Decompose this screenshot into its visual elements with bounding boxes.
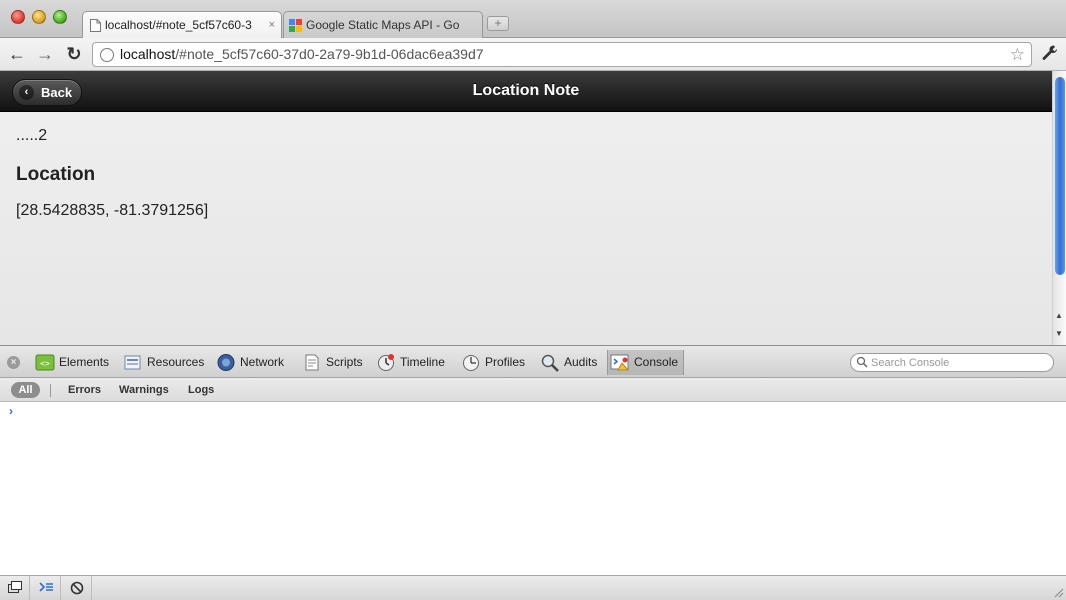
filter-errors[interactable]: Errors xyxy=(68,382,101,398)
tab-label: Scripts xyxy=(326,355,363,369)
new-tab-button[interactable]: + xyxy=(487,16,509,31)
profiles-icon xyxy=(463,355,479,371)
filter-divider xyxy=(50,384,51,397)
console-prompt[interactable]: › xyxy=(9,404,13,418)
timeline-icon xyxy=(378,354,394,371)
browser-toolbar: ← → ↻ localhost/#note_5cf57c60-37d0-2a79… xyxy=(0,38,1066,71)
wrench-menu-icon[interactable] xyxy=(1040,42,1060,64)
tab-console[interactable]: Console xyxy=(607,350,685,375)
console-output[interactable]: › xyxy=(0,402,1066,575)
scrollbar-thumb[interactable] xyxy=(1055,77,1065,275)
console-toggle-button[interactable] xyxy=(31,576,61,600)
page-viewport: ‹ Back Location Note .....2 Location [28… xyxy=(0,71,1066,345)
console-filter-bar: All Errors Warnings Logs xyxy=(0,378,1066,402)
url-path: /#note_5cf57c60-37d0-2a79-9b1d-06dac6ea3… xyxy=(175,46,484,62)
elements-icon: <> xyxy=(35,354,55,371)
filter-warnings[interactable]: Warnings xyxy=(119,382,169,398)
address-bar[interactable]: localhost/#note_5cf57c60-37d0-2a79-9b1d-… xyxy=(92,42,1032,67)
note-content: .....2 Location [28.5428835, -81.3791256… xyxy=(16,127,1016,220)
back-arrow-icon[interactable]: ← xyxy=(6,43,28,65)
tab-elements[interactable]: <> Elements xyxy=(33,350,109,375)
coordinates-text: [28.5428835, -81.3791256] xyxy=(16,202,209,219)
globe-icon xyxy=(100,48,114,62)
forward-arrow-icon[interactable]: → xyxy=(34,43,56,65)
page-title: Location Note xyxy=(472,82,580,99)
scripts-icon xyxy=(305,354,319,371)
tab-timeline[interactable]: Timeline xyxy=(374,350,445,375)
tab-profiles[interactable]: Profiles xyxy=(459,350,525,375)
console-icon xyxy=(610,354,630,371)
zoom-window-button[interactable] xyxy=(53,10,67,24)
svg-text:<>: <> xyxy=(40,359,50,368)
tab-close-icon[interactable]: × xyxy=(269,12,275,38)
tab-label: Console xyxy=(634,355,679,369)
filter-logs[interactable]: Logs xyxy=(188,382,214,398)
note-text: .....2 xyxy=(16,127,48,144)
minimize-window-button[interactable] xyxy=(32,10,46,24)
page-header: ‹ Back Location Note xyxy=(0,71,1052,112)
tab-localhost-note[interactable]: localhost/#note_5cf57c60-3 × xyxy=(82,11,282,38)
tab-title: Google Static Maps API - Go xyxy=(306,18,460,32)
tab-label: Network xyxy=(240,355,285,369)
devtools-panel: × <> Elements Resources Network Scripts … xyxy=(0,345,1066,600)
devtools-close-icon[interactable]: × xyxy=(7,356,20,369)
location-heading: Location xyxy=(16,164,96,185)
wrench-icon xyxy=(1042,45,1057,60)
tab-label: Audits xyxy=(564,355,598,369)
close-window-button[interactable] xyxy=(11,10,25,24)
url-host: localhost xyxy=(120,46,176,62)
bookmark-star-icon[interactable]: ☆ xyxy=(1010,44,1025,66)
resize-grip-icon[interactable] xyxy=(1054,588,1064,598)
tab-audits[interactable]: Audits xyxy=(538,350,597,375)
devtools-toolbar: × <> Elements Resources Network Scripts … xyxy=(0,345,1066,378)
tab-scripts[interactable]: Scripts xyxy=(300,350,363,375)
scroll-up-arrow-icon[interactable]: ▲ xyxy=(1055,311,1063,320)
resources-icon xyxy=(124,355,141,370)
tab-resources[interactable]: Resources xyxy=(121,350,204,375)
audits-icon xyxy=(541,354,559,372)
tab-label: Profiles xyxy=(485,355,526,369)
search-console-field[interactable] xyxy=(850,353,1054,372)
search-icon xyxy=(856,356,868,368)
tab-label: Timeline xyxy=(400,355,445,369)
devtools-status-bar xyxy=(0,575,1066,600)
page-icon xyxy=(90,19,101,32)
tab-strip: localhost/#note_5cf57c60-3 × Google Stat… xyxy=(0,0,1066,38)
dock-icon xyxy=(8,581,22,593)
page-scrollbar[interactable]: ▲ ▼ xyxy=(1052,71,1066,345)
google-favicon xyxy=(289,19,302,32)
url-text: localhost/#note_5cf57c60-37d0-2a79-9b1d-… xyxy=(120,43,484,66)
tab-google-static-maps[interactable]: Google Static Maps API - Go xyxy=(283,11,483,38)
reload-icon[interactable]: ↻ xyxy=(63,43,85,65)
clear-console-button[interactable] xyxy=(62,576,92,600)
tab-label: Resources xyxy=(147,355,205,369)
tab-label: Elements xyxy=(59,355,110,369)
search-console-input[interactable] xyxy=(871,355,1047,370)
tab-network[interactable]: Network xyxy=(214,350,284,375)
dock-toggle-button[interactable] xyxy=(0,576,30,600)
filter-all[interactable]: All xyxy=(11,382,40,398)
scroll-down-arrow-icon[interactable]: ▼ xyxy=(1055,329,1063,338)
network-icon xyxy=(217,354,235,371)
clear-icon xyxy=(70,581,84,595)
tab-title: localhost/#note_5cf57c60-3 xyxy=(105,18,252,32)
console-prompt-icon xyxy=(39,582,53,592)
